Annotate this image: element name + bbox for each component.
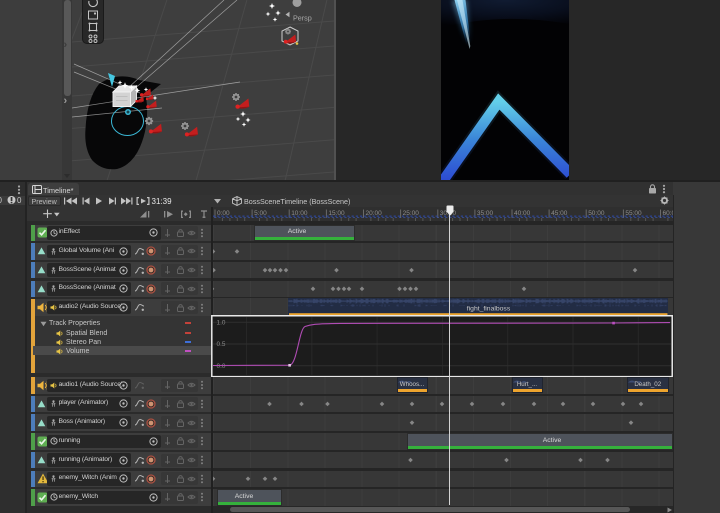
svg-text:1.0: 1.0 (217, 319, 226, 326)
svg-text:0: 0 (17, 196, 22, 205)
svg-text:0: 0 (0, 196, 3, 205)
svg-text:0.0: 0.0 (217, 363, 226, 370)
svg-text:Persp: Persp (293, 13, 312, 22)
svg-text:0.5: 0.5 (217, 341, 226, 348)
